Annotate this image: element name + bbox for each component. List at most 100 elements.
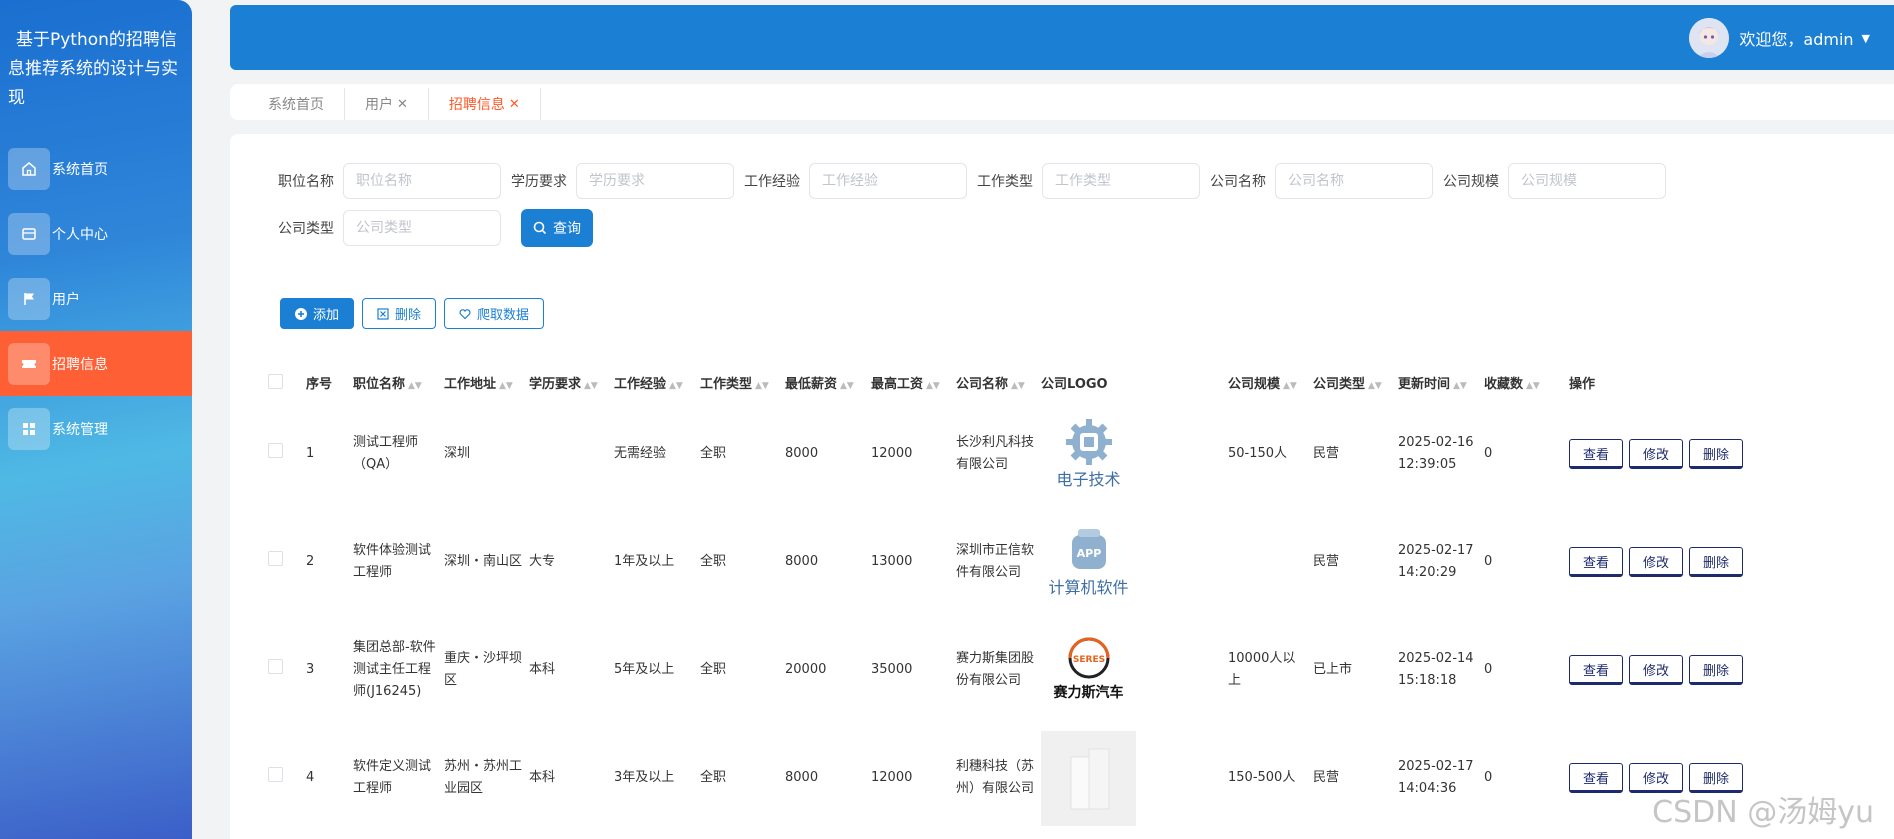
row-checkbox[interactable] — [268, 442, 283, 458]
row-checkbox[interactable] — [268, 550, 283, 566]
sidebar-menu: 系统首页 个人中心 用户 招聘信息 系统管理 — [0, 136, 192, 461]
delete-button[interactable]: 删除 — [362, 298, 437, 329]
cell-company-size: 150-500人 — [1228, 770, 1296, 785]
cell-logo: APP 计算机软件 — [1041, 515, 1228, 610]
close-icon[interactable]: ✕ — [509, 97, 520, 112]
cell-experience: 5年及以上 — [614, 662, 675, 677]
sort-icon[interactable]: ▲▼ — [669, 381, 683, 391]
table-row: 4 软件定义测试工程师 苏州・苏州工业园区 本科 3年及以上 全职 8000 1… — [268, 724, 1769, 832]
sidebar-item-home[interactable]: 系统首页 — [0, 136, 192, 201]
search-button[interactable]: 查询 — [521, 209, 593, 247]
view-button[interactable]: 查看 — [1569, 763, 1623, 793]
sort-icon[interactable]: ▲▼ — [1368, 381, 1382, 391]
tab-users[interactable]: 用户 ✕ — [345, 88, 429, 120]
job-type-input[interactable] — [1042, 163, 1200, 199]
column-header[interactable]: 工作地址 ▲▼ — [444, 374, 529, 397]
edit-button[interactable]: 修改 — [1629, 439, 1683, 469]
sidebar-item-jobs[interactable]: 招聘信息 — [0, 331, 192, 396]
cell-experience: 3年及以上 — [614, 770, 675, 785]
row-delete-button[interactable]: 删除 — [1689, 655, 1743, 685]
sort-icon[interactable]: ▲▼ — [840, 381, 854, 391]
sort-icon[interactable]: ▲▼ — [408, 381, 422, 391]
sort-icon[interactable]: ▲▼ — [1526, 381, 1540, 391]
row-checkbox[interactable] — [268, 766, 283, 782]
sort-icon[interactable]: ▲▼ — [499, 381, 513, 391]
sidebar-item-users[interactable]: 用户 — [0, 266, 192, 331]
cell-address: 苏州・苏州工业园区 — [444, 759, 523, 796]
experience-input[interactable] — [809, 163, 967, 199]
cell-max-salary: 12000 — [871, 446, 913, 461]
column-header[interactable]: 收藏数 ▲▼ — [1484, 374, 1569, 397]
add-button[interactable]: 添加 — [280, 298, 355, 329]
column-header[interactable]: 公司规模 ▲▼ — [1228, 374, 1313, 397]
cell-address: 深圳・南山区 — [444, 554, 523, 569]
seres-logo-icon: SERES — [1068, 637, 1109, 679]
company-type-input[interactable] — [343, 210, 501, 246]
sidebar-item-system[interactable]: 系统管理 — [0, 396, 192, 461]
company-size-input[interactable] — [1508, 163, 1666, 199]
close-icon[interactable]: ✕ — [397, 97, 408, 112]
column-header-label: 工作经验 — [614, 376, 667, 392]
column-header[interactable]: 最高工资 ▲▼ — [871, 374, 956, 397]
company-logo: 电子技术 — [1041, 407, 1136, 502]
tab-jobs[interactable]: 招聘信息 ✕ — [429, 88, 541, 120]
sort-icon[interactable]: ▲▼ — [1453, 381, 1467, 391]
column-header-label: 公司规模 — [1228, 376, 1281, 392]
table-row: 2 软件体验测试工程师 深圳・南山区 大专 1年及以上 全职 8000 1300… — [268, 508, 1769, 616]
sort-icon[interactable]: ▲▼ — [926, 381, 940, 391]
column-header: 公司LOGO — [1041, 377, 1108, 392]
column-header-label: 工作类型 — [700, 376, 753, 392]
view-button[interactable]: 查看 — [1569, 655, 1623, 685]
cell-min-salary: 8000 — [785, 554, 819, 569]
column-header[interactable]: 最低薪资 ▲▼ — [785, 374, 871, 397]
cell-logo: 电子技术 — [1041, 407, 1228, 502]
filter-label: 工作类型 — [977, 174, 1033, 190]
delete-button-label: 删除 — [395, 308, 422, 323]
filter-label: 工作经验 — [744, 174, 800, 190]
sidebar-item-label: 招聘信息 — [52, 356, 108, 373]
user-menu[interactable]: 欢迎您，admin ▼ — [1689, 18, 1870, 58]
filter-label: 学历要求 — [511, 174, 567, 190]
edit-button[interactable]: 修改 — [1629, 655, 1683, 685]
job-title-input[interactable] — [343, 163, 501, 199]
sort-icon[interactable]: ▲▼ — [755, 381, 769, 391]
tab-label: 招聘信息 — [448, 97, 505, 113]
education-input[interactable] — [576, 163, 734, 199]
tab-home[interactable]: 系统首页 — [230, 88, 345, 120]
row-checkbox[interactable] — [268, 658, 283, 674]
row-delete-button[interactable]: 删除 — [1689, 439, 1743, 469]
sidebar-item-profile[interactable]: 个人中心 — [0, 201, 192, 266]
cell-logo — [1041, 730, 1228, 826]
cell-index: 3 — [306, 662, 315, 677]
column-header[interactable]: 学历要求 ▲▼ — [529, 374, 614, 397]
company-logo: APP 计算机软件 — [1041, 515, 1136, 610]
sort-icon[interactable]: ▲▼ — [584, 381, 598, 391]
table-row: 1 测试工程师（QA） 深圳 无需经验 全职 8000 12000 长沙利凡科技… — [268, 400, 1769, 508]
cell-favorites: 0 — [1484, 770, 1493, 785]
view-button[interactable]: 查看 — [1569, 439, 1623, 469]
select-all-checkbox[interactable] — [268, 373, 283, 389]
column-header[interactable]: 工作类型 ▲▼ — [700, 374, 785, 397]
column-header[interactable]: 更新时间 ▲▼ — [1398, 374, 1484, 397]
cell-experience: 1年及以上 — [614, 554, 675, 569]
table-header: 序号 职位名称 ▲▼ 工作地址 ▲▼ 学历要求 ▲▼ 工作经验 ▲▼ 工作类型 ▲▼ 最低… — [268, 370, 1769, 400]
sort-icon[interactable]: ▲▼ — [1283, 381, 1297, 391]
sort-icon[interactable]: ▲▼ — [1011, 381, 1025, 391]
search-button-label: 查询 — [553, 221, 581, 237]
grid-icon — [8, 407, 50, 450]
row-delete-button[interactable]: 删除 — [1689, 547, 1743, 577]
filter-label: 公司规模 — [1443, 174, 1499, 190]
filter-label: 公司名称 — [1210, 174, 1266, 190]
column-header[interactable]: 职位名称 ▲▼ — [353, 374, 444, 397]
column-header[interactable]: 公司类型 ▲▼ — [1313, 374, 1398, 397]
cell-favorites: 0 — [1484, 446, 1493, 461]
building-icon — [1070, 748, 1109, 810]
edit-button[interactable]: 修改 — [1629, 547, 1683, 577]
view-button[interactable]: 查看 — [1569, 547, 1623, 577]
flag-icon — [8, 277, 50, 320]
company-name-input[interactable] — [1275, 163, 1433, 199]
column-header[interactable]: 公司名称 ▲▼ — [956, 374, 1041, 397]
column-header[interactable]: 工作经验 ▲▼ — [614, 374, 700, 397]
crawl-data-button[interactable]: 爬取数据 — [444, 298, 545, 329]
plus-circle-icon — [295, 307, 307, 320]
